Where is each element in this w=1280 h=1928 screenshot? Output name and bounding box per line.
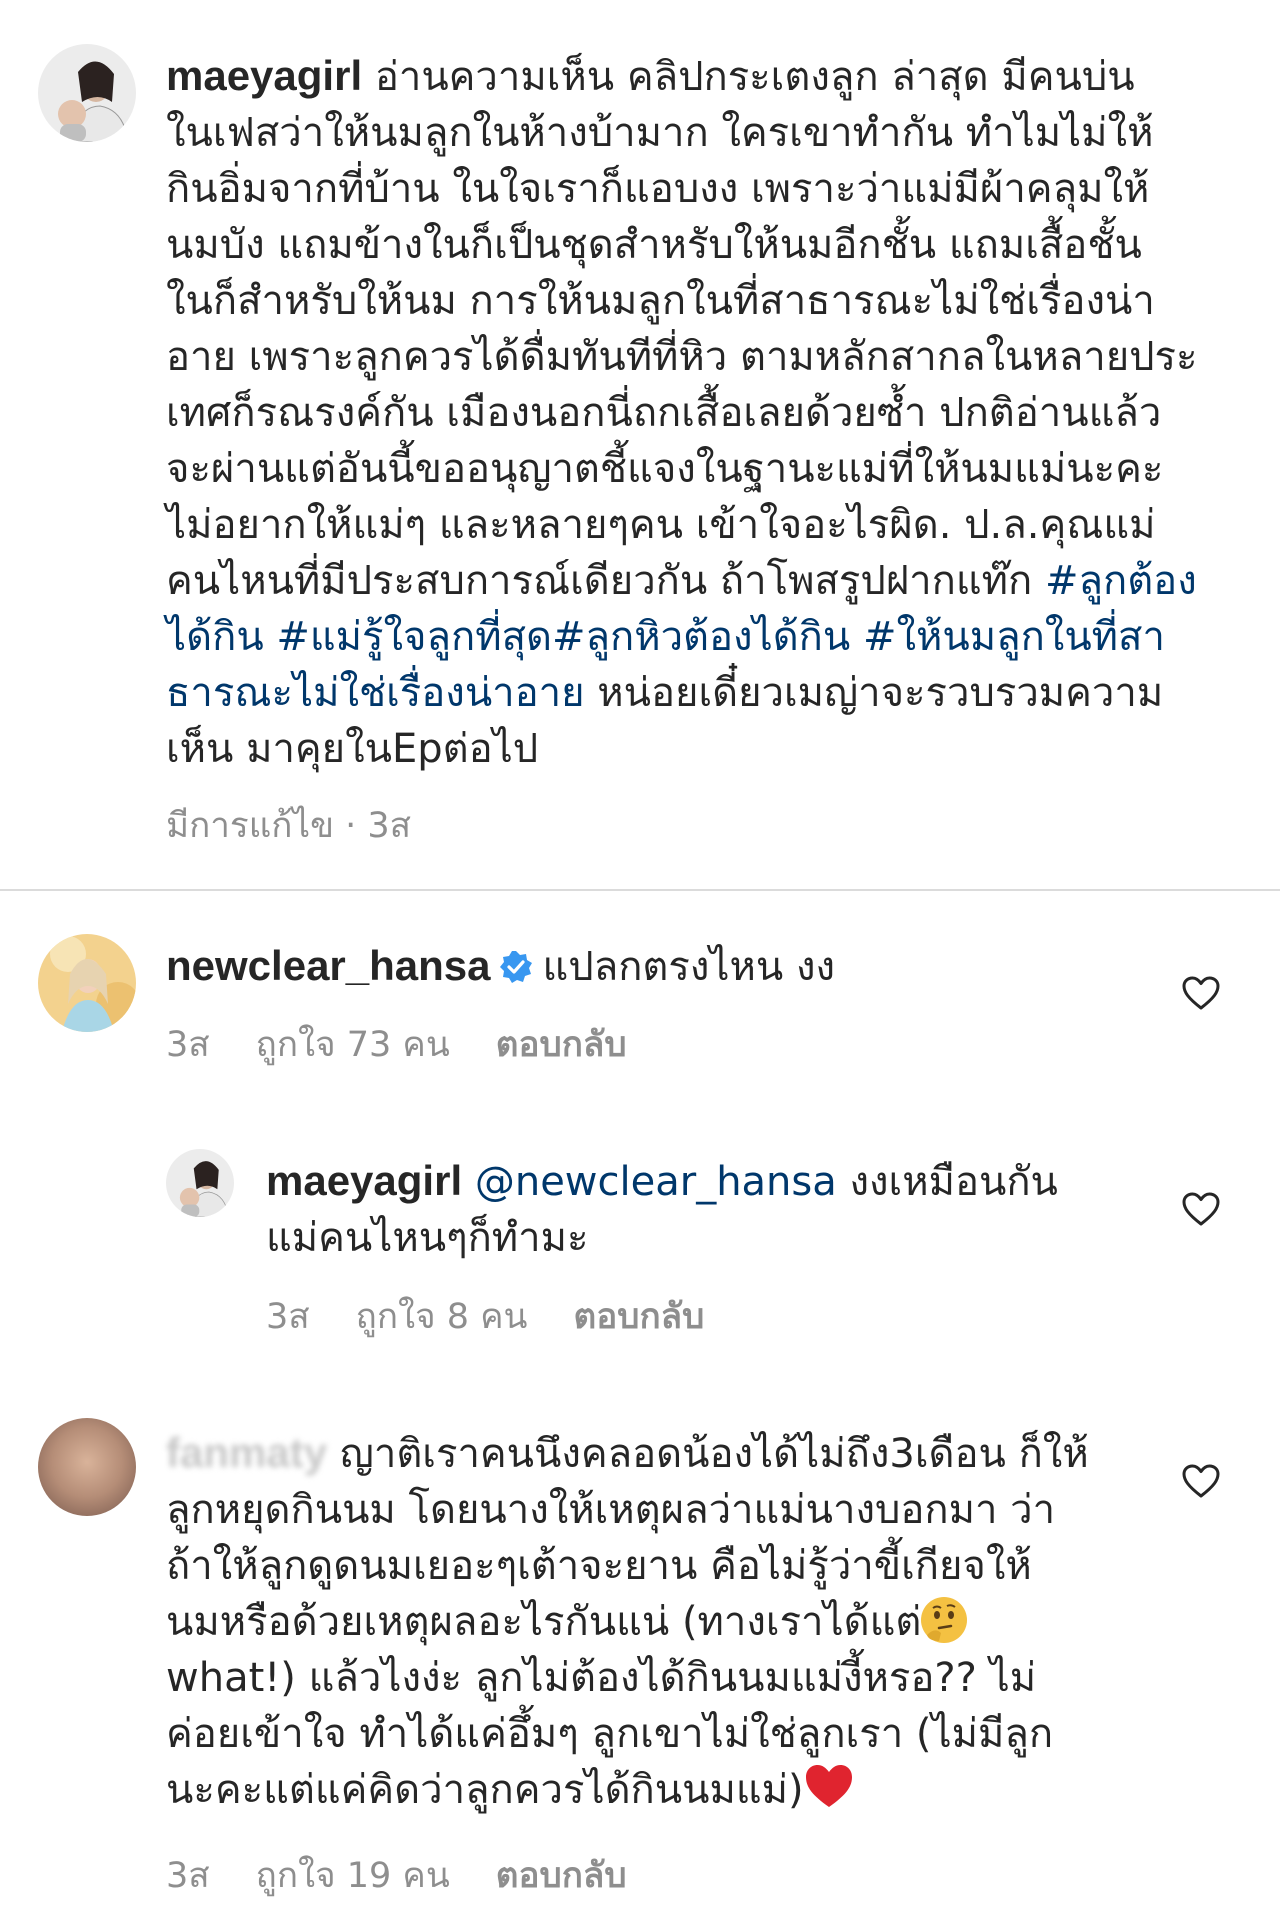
- edited-timestamp: มีการแก้ไข · 3ส: [166, 806, 411, 846]
- comment-body: ถ้าให้ลูกดูดนมเยอะๆเต้าจะยาน คือไม่รู้ว่…: [166, 1543, 1032, 1589]
- caption-line: เห็น มาคุยในEpต่อไป: [166, 726, 539, 772]
- red-heart-emoji: [804, 1763, 854, 1824]
- comment-body: ญาติเราคนนึงคลอดน้องได้ไม่ถึง3เดือน ก็ให…: [327, 1431, 1089, 1477]
- caption-line: นมบัง แถมข้างในก็เป็นชุดสำหรับให้นมอีกชั…: [166, 222, 1142, 268]
- comment-text: fanmaty ญาติเราคนนึงคลอดน้องได้ไม่ถึง3เด…: [166, 1425, 1176, 1824]
- mention-link[interactable]: @newclear_hansa: [475, 1159, 837, 1205]
- reply-meta: 3ส ถูกใจ 8 คน ตอบกลับ: [266, 1289, 750, 1344]
- comment-text: newclear_hansa แปลกตรงไหน งง: [166, 938, 1166, 999]
- comment-username[interactable]: fanmaty: [166, 1429, 327, 1476]
- reply-body: งงเหมือนกัน: [836, 1159, 1058, 1205]
- reply-button[interactable]: ตอบกลับ: [496, 1856, 627, 1896]
- comment-body: แปลกตรงไหน งง: [542, 944, 836, 990]
- caption-text: maeyagirl อ่านความเห็น คลิปกระเตงลูก ล่า…: [166, 48, 1246, 777]
- comment-body: นมหรือด้วยเหตุผลอะไรกันแน่ (ทางเราได้แต่: [166, 1599, 922, 1645]
- caption-line: หน่อยเดี๋ยวเมญ่าจะรวบรวมความ: [584, 670, 1164, 716]
- caption-line: ในเฟสว่าให้นมลูกในห้างบ้ามาก ใครเขาทำกัน…: [166, 110, 1154, 156]
- heart-outline-icon[interactable]: [1182, 976, 1220, 1010]
- reply-button[interactable]: ตอบกลับ: [573, 1297, 704, 1337]
- avatar[interactable]: [38, 44, 136, 142]
- caption-line: เทศก็รณรงค์กัน เมืองนอกนี่ถกเสื้อเลยด้วย…: [166, 390, 1162, 436]
- reply-text: maeyagirl @newclear_hansa งงเหมือนกัน แม…: [266, 1153, 1166, 1266]
- comment-username[interactable]: newclear_hansa: [166, 942, 491, 989]
- comment-timestamp: 3ส: [166, 1025, 210, 1065]
- reply-body: แม่คนไหนๆก็ทำมะ: [266, 1215, 589, 1261]
- caption-line: จะผ่านแต่อันนี้ขออนุญาตชี้แจงในฐานะแม่ที…: [166, 446, 1164, 492]
- reply-timestamp: 3ส: [266, 1297, 310, 1337]
- heart-outline-icon[interactable]: [1182, 1464, 1220, 1498]
- like-count[interactable]: ถูกใจ 73 คน: [256, 1025, 450, 1065]
- comment-meta: 3ส ถูกใจ 19 คน ตอบกลับ: [166, 1848, 673, 1903]
- reply-username[interactable]: maeyagirl: [266, 1157, 462, 1204]
- caption-line: ในก็สำหรับให้นม การให้นมลูกในที่สาธารณะไ…: [166, 278, 1155, 324]
- avatar[interactable]: [38, 934, 136, 1032]
- reply-button[interactable]: ตอบกลับ: [496, 1025, 627, 1065]
- comment-body: ลูกหยุดกินนม โดยนางให้เหตุผลว่าแม่นางบอก…: [166, 1487, 1056, 1533]
- caption-username[interactable]: maeyagirl: [166, 52, 362, 99]
- caption-line: อาย เพราะลูกควรได้ดื่มทันทีที่หิว ตามหลั…: [166, 334, 1198, 380]
- caption-line: ไม่อยากให้แม่ๆ และหลายๆคน เข้าใจอะไรผิด.…: [166, 502, 1156, 548]
- like-count[interactable]: ถูกใจ 19 คน: [256, 1856, 450, 1896]
- comment-meta: 3ส ถูกใจ 73 คน ตอบกลับ: [166, 1017, 673, 1072]
- comment-body: นะคะแต่แค่คิดว่าลูกควรได้กินนมแม่): [166, 1767, 804, 1813]
- heart-outline-icon[interactable]: [1182, 1192, 1220, 1226]
- verified-badge-icon: [499, 943, 533, 999]
- avatar[interactable]: [166, 1149, 234, 1217]
- hashtag-link[interactable]: ได้กิน #แม่รู้ใจลูกที่สุด#ลูกหิวต้องได้ก…: [166, 609, 1246, 665]
- avatar[interactable]: [38, 1418, 136, 1516]
- divider: [0, 889, 1280, 891]
- hashtag-link[interactable]: #ลูกต้อง: [1045, 558, 1197, 604]
- comment-body: what!) แล้วไงง่ะ ลูกไม่ต้องได้กินนมแม่งี…: [166, 1655, 1037, 1701]
- thinking-face-emoji: [921, 1597, 968, 1643]
- comment-body: ค่อยเข้าใจ ทำได้แค่อึ้มๆ ลูกเขาไม่ใช่ลูก…: [166, 1711, 1054, 1757]
- caption-meta: มีการแก้ไข · 3ส: [166, 798, 457, 853]
- like-count[interactable]: ถูกใจ 8 คน: [356, 1297, 528, 1337]
- comment-timestamp: 3ส: [166, 1856, 210, 1896]
- caption-line: กินอิ่มจากที่บ้าน ในใจเราก็แอบงง เพราะว่…: [166, 166, 1150, 212]
- caption-line: คนไหนที่มีประสบการณ์เดียวกัน ถ้าโพสรูปฝา…: [166, 558, 1045, 604]
- caption-line: อ่านความเห็น คลิปกระเตงลูก ล่าสุด มีคนบ่…: [374, 54, 1135, 100]
- hashtag-link[interactable]: ธารณะไม่ใช่เรื่องน่าอาย: [166, 670, 585, 716]
